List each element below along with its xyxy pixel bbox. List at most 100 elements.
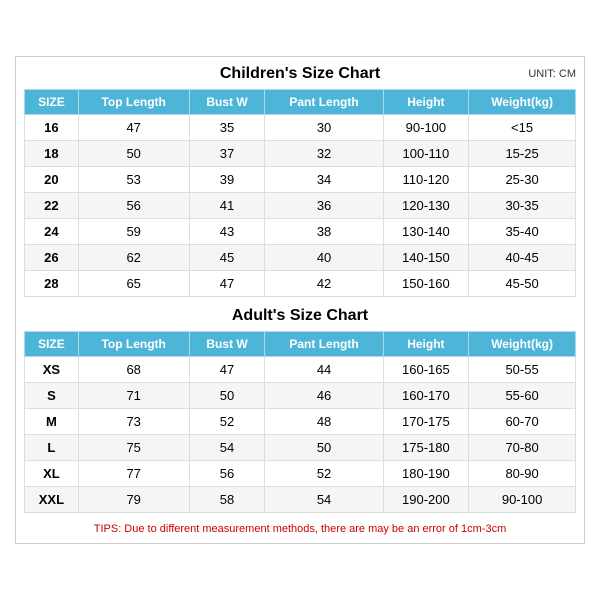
children-col-toplength: Top Length: [78, 90, 189, 115]
table-cell: 28: [25, 271, 79, 297]
table-cell: 52: [265, 461, 383, 487]
table-row: S715046160-17055-60: [25, 383, 576, 409]
children-title-row: Children's Size Chart UNIT: CM: [24, 65, 576, 83]
table-cell: 41: [189, 193, 265, 219]
tips-text: TIPS: Due to different measurement metho…: [24, 523, 576, 535]
table-cell: 35-40: [469, 219, 576, 245]
table-row: 22564136120-13030-35: [25, 193, 576, 219]
table-cell: XXL: [25, 487, 79, 513]
table-cell: 48: [265, 409, 383, 435]
table-cell: 56: [78, 193, 189, 219]
table-cell: 43: [189, 219, 265, 245]
table-cell: 37: [189, 141, 265, 167]
table-cell: 36: [265, 193, 383, 219]
table-cell: 45-50: [469, 271, 576, 297]
table-cell: 47: [78, 115, 189, 141]
table-row: 24594338130-14035-40: [25, 219, 576, 245]
table-cell: 15-25: [469, 141, 576, 167]
table-cell: 190-200: [383, 487, 469, 513]
children-chart-title: Children's Size Chart: [220, 65, 380, 83]
table-cell: 50-55: [469, 357, 576, 383]
table-cell: 50: [78, 141, 189, 167]
table-cell: 180-190: [383, 461, 469, 487]
table-cell: 26: [25, 245, 79, 271]
adult-col-weight: Weight(kg): [469, 332, 576, 357]
table-cell: 170-175: [383, 409, 469, 435]
table-cell: 55-60: [469, 383, 576, 409]
table-cell: 42: [265, 271, 383, 297]
adult-title-row: Adult's Size Chart: [24, 307, 576, 325]
table-cell: 50: [189, 383, 265, 409]
children-table: SIZE Top Length Bust W Pant Length Heigh…: [24, 89, 576, 297]
table-cell: 71: [78, 383, 189, 409]
table-cell: 60-70: [469, 409, 576, 435]
unit-label: UNIT: CM: [528, 68, 576, 80]
children-col-height: Height: [383, 90, 469, 115]
table-cell: <15: [469, 115, 576, 141]
table-cell: 68: [78, 357, 189, 383]
table-cell: 24: [25, 219, 79, 245]
table-cell: 30-35: [469, 193, 576, 219]
table-cell: 120-130: [383, 193, 469, 219]
adult-col-toplength: Top Length: [78, 332, 189, 357]
table-cell: 56: [189, 461, 265, 487]
table-cell: 77: [78, 461, 189, 487]
table-cell: 90-100: [469, 487, 576, 513]
table-cell: XS: [25, 357, 79, 383]
children-header-row: SIZE Top Length Bust W Pant Length Heigh…: [25, 90, 576, 115]
table-cell: 20: [25, 167, 79, 193]
table-cell: 58: [189, 487, 265, 513]
table-cell: 22: [25, 193, 79, 219]
table-cell: 62: [78, 245, 189, 271]
table-cell: 75: [78, 435, 189, 461]
table-cell: 150-160: [383, 271, 469, 297]
table-cell: M: [25, 409, 79, 435]
table-row: L755450175-18070-80: [25, 435, 576, 461]
table-cell: 30: [265, 115, 383, 141]
table-cell: 90-100: [383, 115, 469, 141]
table-cell: 130-140: [383, 219, 469, 245]
table-row: 28654742150-16045-50: [25, 271, 576, 297]
table-cell: 160-170: [383, 383, 469, 409]
table-cell: 45: [189, 245, 265, 271]
table-cell: XL: [25, 461, 79, 487]
table-row: 1647353090-100<15: [25, 115, 576, 141]
table-cell: 47: [189, 357, 265, 383]
table-cell: 25-30: [469, 167, 576, 193]
table-row: 18503732100-11015-25: [25, 141, 576, 167]
table-row: XXL795854190-20090-100: [25, 487, 576, 513]
table-cell: 40: [265, 245, 383, 271]
table-row: 20533934110-12025-30: [25, 167, 576, 193]
table-cell: 70-80: [469, 435, 576, 461]
children-col-size: SIZE: [25, 90, 79, 115]
table-cell: 65: [78, 271, 189, 297]
table-cell: 59: [78, 219, 189, 245]
adult-header-row: SIZE Top Length Bust W Pant Length Heigh…: [25, 332, 576, 357]
table-cell: 40-45: [469, 245, 576, 271]
children-col-pantlength: Pant Length: [265, 90, 383, 115]
table-cell: 39: [189, 167, 265, 193]
chart-container: Children's Size Chart UNIT: CM SIZE Top …: [15, 56, 585, 544]
table-cell: 140-150: [383, 245, 469, 271]
table-cell: S: [25, 383, 79, 409]
table-cell: 32: [265, 141, 383, 167]
table-cell: 100-110: [383, 141, 469, 167]
adult-col-bustw: Bust W: [189, 332, 265, 357]
table-cell: 35: [189, 115, 265, 141]
table-cell: 47: [189, 271, 265, 297]
table-cell: 175-180: [383, 435, 469, 461]
table-row: M735248170-17560-70: [25, 409, 576, 435]
table-row: XS684744160-16550-55: [25, 357, 576, 383]
adult-col-size: SIZE: [25, 332, 79, 357]
table-cell: L: [25, 435, 79, 461]
table-cell: 50: [265, 435, 383, 461]
table-cell: 160-165: [383, 357, 469, 383]
children-col-bustw: Bust W: [189, 90, 265, 115]
table-row: 26624540140-15040-45: [25, 245, 576, 271]
table-cell: 79: [78, 487, 189, 513]
table-cell: 52: [189, 409, 265, 435]
table-cell: 44: [265, 357, 383, 383]
table-cell: 46: [265, 383, 383, 409]
adult-col-pantlength: Pant Length: [265, 332, 383, 357]
table-cell: 54: [265, 487, 383, 513]
